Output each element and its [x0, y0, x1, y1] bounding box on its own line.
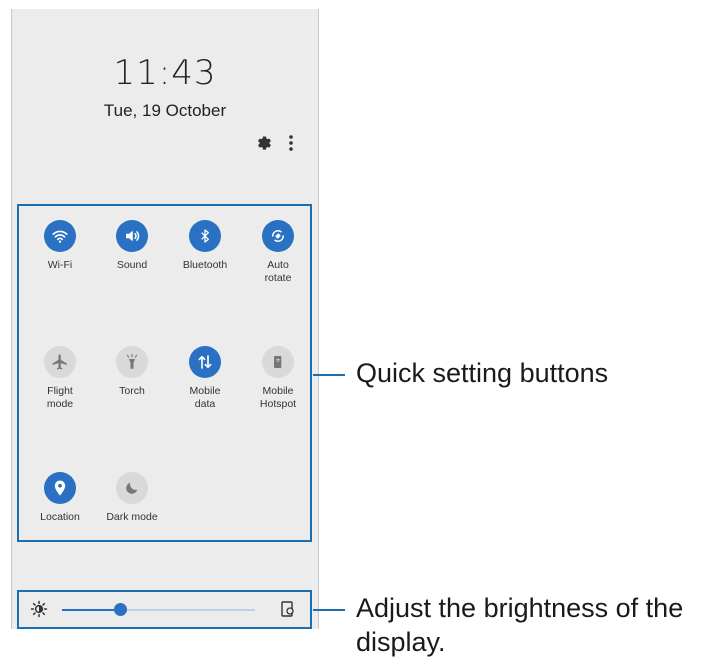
brightness-slider[interactable]	[62, 603, 255, 616]
quick-settings-grid: Wi-Fi Sound Bluetooth Autorotate Flight	[17, 204, 312, 542]
notification-panel: 11:43 Tue, 19 October Wi-Fi Sound Blueto…	[11, 9, 319, 629]
tile-bluetooth[interactable]: Bluetooth	[171, 220, 239, 272]
tile-label: Flight mode	[46, 385, 74, 410]
wifi-icon	[44, 220, 76, 252]
more-options-icon[interactable]	[286, 134, 296, 152]
bluetooth-icon	[189, 220, 221, 252]
clock-time: 11:43	[113, 53, 217, 93]
callout-line-quick-settings	[313, 374, 345, 376]
mobile-data-icon	[189, 346, 221, 378]
brightness-slider-thumb[interactable]	[113, 603, 127, 616]
tile-label: Torch	[119, 385, 145, 397]
sound-icon	[116, 220, 148, 252]
settings-gear-icon[interactable]	[254, 134, 272, 152]
adaptive-brightness-icon[interactable]	[281, 601, 295, 617]
brightness-slider-fill	[62, 609, 120, 611]
callout-brightness-line2: display.	[356, 627, 446, 657]
callout-line-brightness	[313, 609, 345, 611]
tile-mobile-hotspot[interactable]: Mobile Hotspot	[244, 346, 312, 411]
airplane-icon	[44, 346, 76, 378]
tile-label: Sound	[116, 259, 148, 271]
tile-label: Wi-Fi	[47, 259, 73, 271]
tile-label: Auto rotate	[264, 259, 292, 284]
tile-dark-mode[interactable]: Dark mode	[98, 472, 166, 524]
tile-mobile-data[interactable]: Mobile data	[171, 346, 239, 411]
callout-brightness-line1: Adjust the brightness of the	[356, 593, 684, 623]
tile-location[interactable]: Location	[26, 472, 94, 524]
tile-label: Mobile data	[189, 385, 221, 410]
clock-date: Tue, 19 October	[103, 101, 227, 120]
brightness-bar	[17, 590, 312, 629]
brightness-icon	[30, 600, 48, 618]
tile-wifi[interactable]: Wi-Fi	[26, 220, 94, 272]
tile-label: Mobile Hotspot	[259, 385, 297, 410]
dark-mode-icon	[116, 472, 148, 504]
tile-flight-mode[interactable]: Flight mode	[26, 346, 94, 411]
tile-auto-rotate[interactable]: Auto rotate	[244, 220, 312, 285]
hotspot-icon	[262, 346, 294, 378]
location-icon	[44, 472, 76, 504]
torch-icon	[116, 346, 148, 378]
tile-sound[interactable]: Sound	[98, 220, 166, 272]
tile-label: Bluetooth	[182, 259, 228, 271]
tile-label: Location	[40, 511, 80, 523]
tile-torch[interactable]: Torch	[98, 346, 166, 398]
auto-rotate-icon	[262, 220, 294, 252]
callout-quick-settings: Quick setting buttons	[356, 358, 609, 388]
tile-label: Dark mode	[106, 511, 158, 523]
